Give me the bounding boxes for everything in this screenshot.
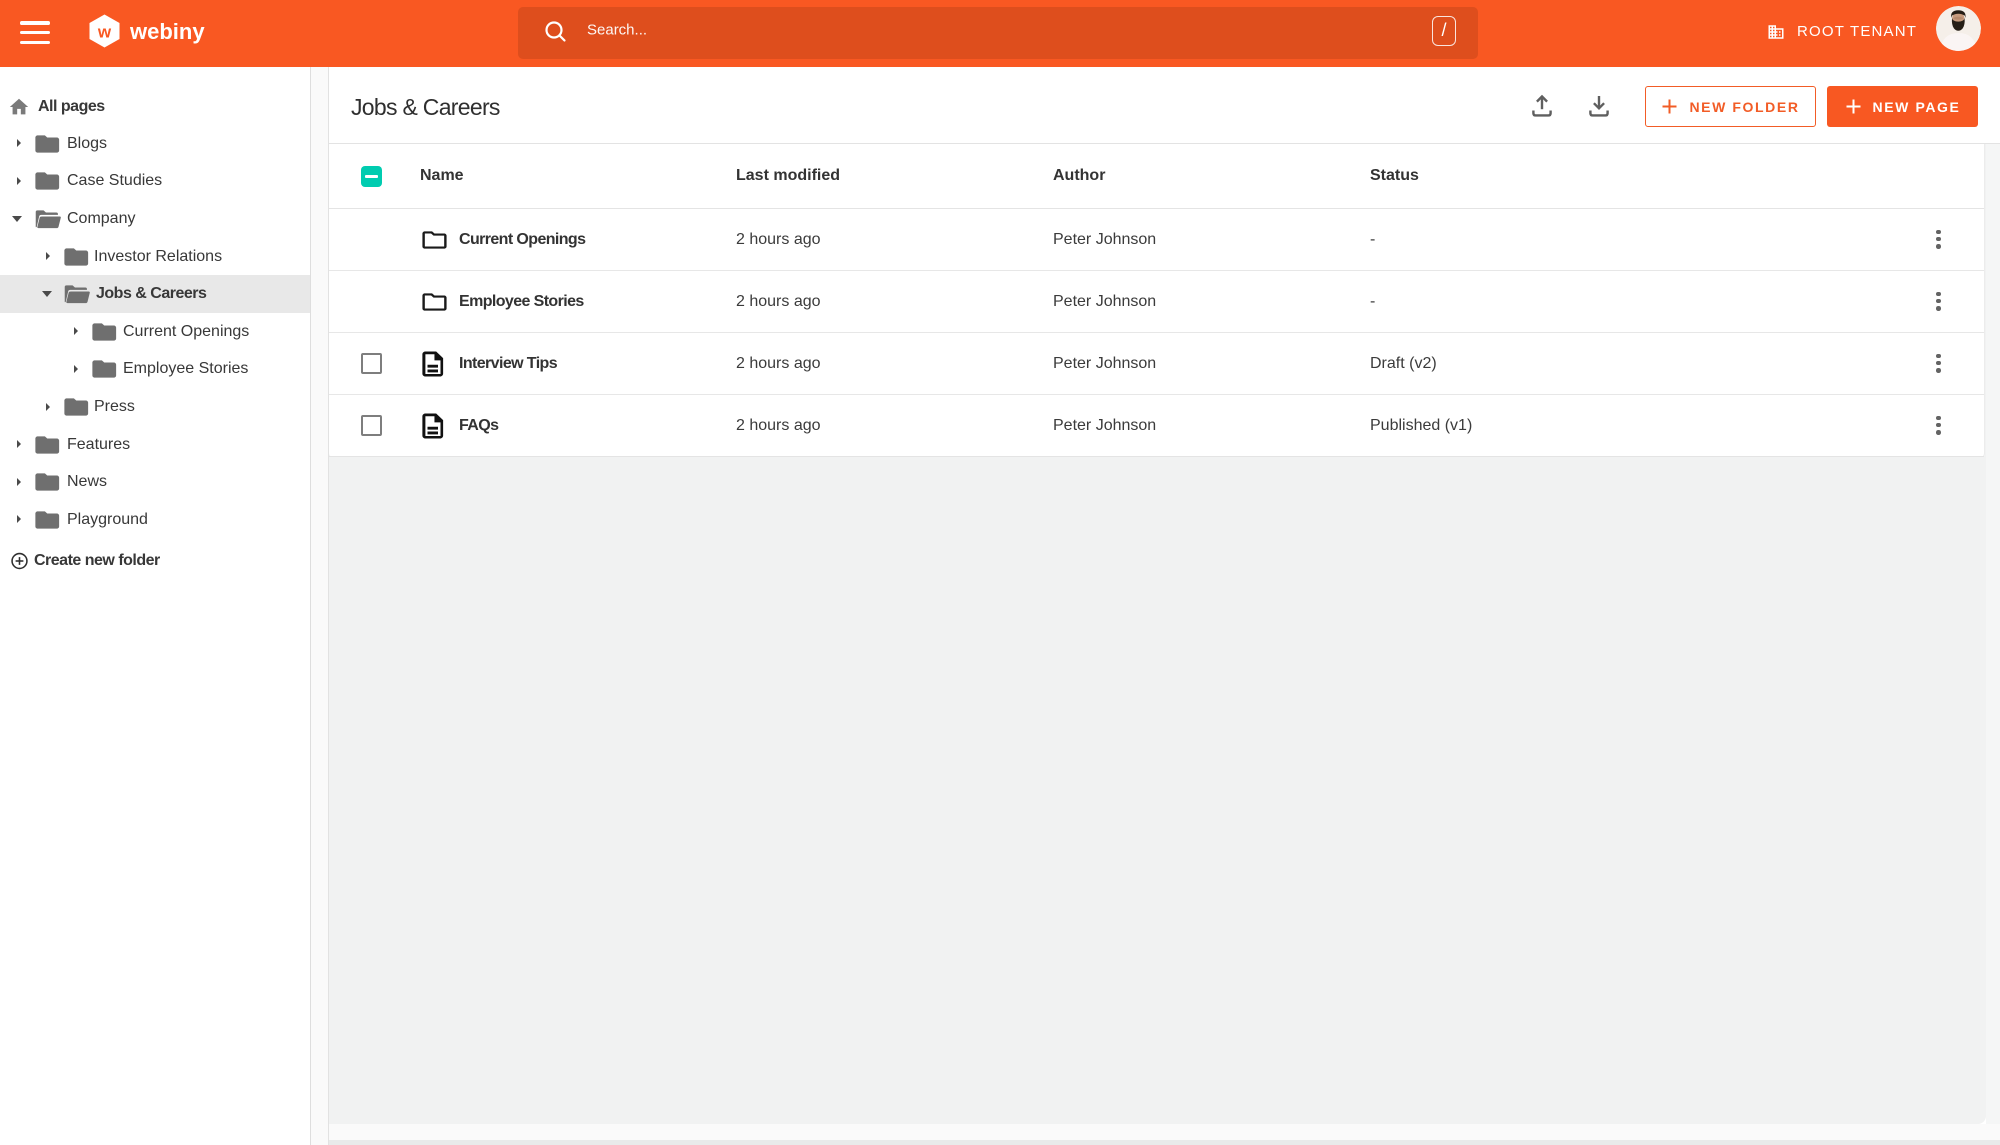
svg-text:w: w (97, 23, 112, 42)
